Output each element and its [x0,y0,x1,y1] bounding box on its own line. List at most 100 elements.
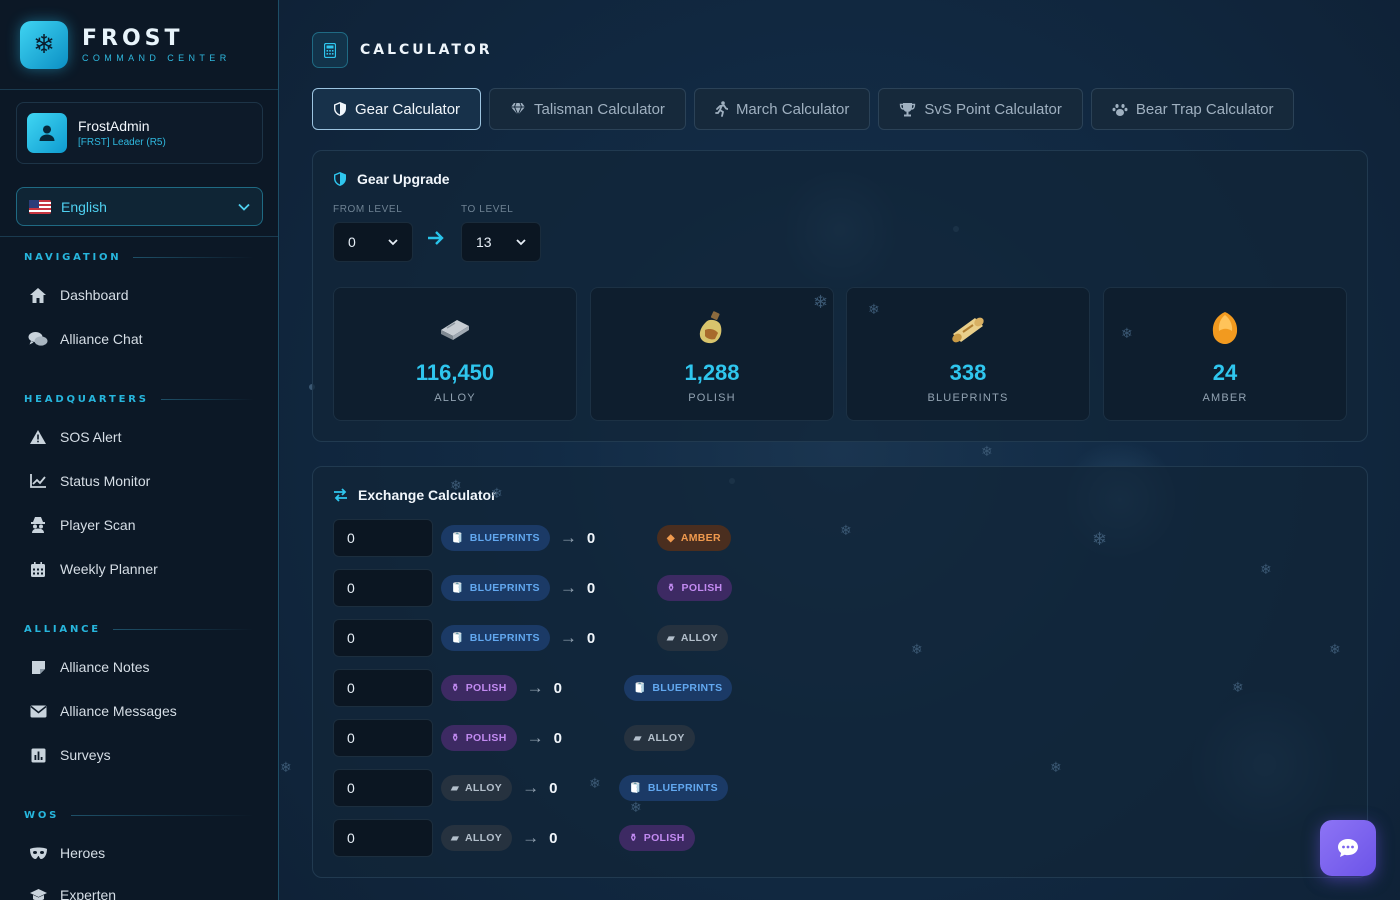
snowflake-icon: ❄ [1050,759,1062,775]
brand-subtitle: COMMAND CENTER [82,52,231,63]
section-title: ALLIANCE [24,624,101,635]
language-select[interactable]: English [16,187,263,226]
calendar-icon [28,559,48,579]
resource-name: POLISH [688,392,736,404]
snowflake-icon: ❄ [840,522,852,538]
arrow-right-icon: → [526,728,544,747]
warning-icon [28,427,48,447]
shield-icon [333,171,347,187]
nav-item-status-monitor[interactable]: Status Monitor [28,468,150,494]
exchange-row: 0 ▰ ALLOY → 0 🧻 BLUEPRINTS [333,769,728,807]
exchange-output: 0 [549,829,558,847]
tab-gear-calculator[interactable]: Gear Calculator [312,88,482,130]
polish-bottle-icon: ⚱ [451,732,460,744]
alloy-bar-icon [437,310,473,346]
resource-value: 1,288 [684,360,740,385]
chevron-down-icon [516,238,526,245]
nav-label: Experten [60,887,117,900]
tab-bear-trap-calculator[interactable]: Bear Trap Calculator [1090,88,1295,130]
tab-label: Talisman Calculator [534,100,665,118]
nav-item-dashboard[interactable]: Dashboard [28,282,129,308]
nav-item-alliance-chat[interactable]: Alliance Chat [28,326,143,352]
tab-svs-point-calculator[interactable]: SvS Point Calculator [878,88,1083,130]
nav-label: Alliance Messages [60,703,177,719]
exchange-amount-input[interactable]: 0 [333,619,433,657]
tab-march-calculator[interactable]: March Calculator [693,88,871,130]
alloy-bar-icon: ▰ [666,632,675,644]
resource-name: AMBER [1202,392,1248,404]
nav-item-surveys[interactable]: Surveys [28,742,111,768]
calculator-icon [312,32,348,68]
exchange-output: 0 [553,729,562,747]
resource-value: 338 [949,360,987,385]
running-icon [715,101,728,117]
badge-label: BLUEPRINTS [652,682,723,694]
snowflake-icon: ❄ [911,641,923,657]
arrow-right-icon: → [522,778,540,797]
exchange-amount-input[interactable]: 0 [333,669,433,707]
section-title: HEADQUARTERS [24,394,149,405]
exchange-row: 0 🧻 BLUEPRINTS → 0 ▰ ALLOY [333,619,728,657]
home-icon [28,285,48,305]
user-card[interactable]: FrostAdmin [FRST] Leader (R5) [16,102,263,164]
sidebar: ❄ FROST COMMAND CENTER FrostAdmin [FRST]… [0,0,279,900]
badge-label: ALLOY [465,832,503,844]
arrow-right-icon: → [526,678,544,697]
chat-bubble-icon [1338,839,1358,857]
blueprint-scroll-icon [949,310,987,346]
exchange-output: 0 [586,579,596,597]
badge-label: ALLOY [465,782,503,794]
tab-label: Bear Trap Calculator [1135,100,1274,118]
exchange-amount-input[interactable]: 0 [333,819,433,857]
user-name: FrostAdmin [78,118,150,134]
nav-item-experten[interactable]: Experten [28,882,116,900]
to-resource-badge: ▰ ALLOY [656,625,728,651]
from-resource-badge: 🧻 BLUEPRINTS [441,525,550,551]
badge-label: BLUEPRINTS [469,632,540,644]
exchange-output: 0 [586,629,596,647]
exchange-amount-input[interactable]: 0 [333,719,433,757]
from-resource-badge: ▰ ALLOY [441,775,513,801]
input-value: 0 [347,730,355,746]
chat-button[interactable] [1320,820,1376,876]
nav-item-weekly-planner[interactable]: Weekly Planner [28,556,158,582]
exchange-row: 0 🧻 BLUEPRINTS → 0 ◆ AMBER [333,519,731,557]
nav-label: SOS Alert [60,429,122,445]
arrow-right-icon: → [559,628,577,647]
nav-item-player-scan[interactable]: Player Scan [28,512,135,538]
nav-item-alliance-messages[interactable]: Alliance Messages [28,698,177,724]
polish-bottle-icon: ⚱ [666,582,676,594]
exchange-row: 0 🧻 BLUEPRINTS → 0 ⚱ POLISH [333,569,733,607]
badge-label: ALLOY [647,732,685,744]
snowflake-icon: ❄ [981,443,993,459]
tab-talisman-calculator[interactable]: Talisman Calculator [489,88,686,130]
arrow-right-icon: → [559,578,577,597]
badge-label: AMBER [680,532,721,544]
mask-icon [28,843,48,863]
nav-item-heroes[interactable]: Heroes [28,840,105,866]
exchange-calculator-title: Exchange Calculator [333,487,497,503]
brand[interactable]: ❄ FROST COMMAND CENTER [0,0,278,90]
input-value: 0 [347,580,355,596]
exchange-arrows-icon [333,488,348,502]
snowflake-icon: ❄ [1232,679,1244,695]
note-icon [28,657,48,677]
nav-item-sos-alert[interactable]: SOS Alert [28,424,121,450]
user-avatar-icon [27,113,67,153]
nav-item-alliance-notes[interactable]: Alliance Notes [28,654,150,680]
brand-name: FROST [82,25,184,51]
shield-icon [333,101,347,117]
chevron-down-icon [238,203,250,211]
snowflake-icon: ❄ [813,292,829,312]
chat-icon [28,329,48,349]
from-resource-badge: ⚱ POLISH [441,675,517,701]
badge-label: POLISH [465,732,507,744]
exchange-amount-input[interactable]: 0 [333,519,433,557]
exchange-amount-input[interactable]: 0 [333,569,433,607]
from-level-label: FROM LEVEL [333,204,403,215]
input-value: 0 [347,630,355,646]
from-level-select[interactable]: 0 [333,222,413,262]
exchange-amount-input[interactable]: 0 [333,769,433,807]
to-level-select[interactable]: 13 [461,222,541,262]
section-title: WOS [24,810,60,821]
